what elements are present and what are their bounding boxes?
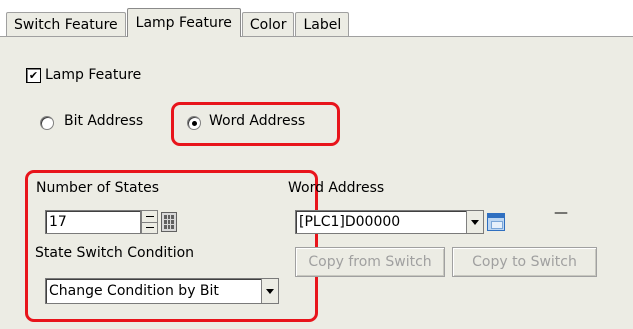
number-of-states-label: Number of States	[36, 180, 159, 196]
number-of-states-spinner[interactable]	[141, 210, 158, 234]
tab-strip: Switch Feature Lamp Feature Color Label	[6, 8, 350, 37]
word-address-select[interactable]: [PLC1]D00000	[295, 210, 484, 234]
copy-from-switch-button[interactable]: Copy from Switch	[295, 247, 445, 277]
tab-switch-feature[interactable]: Switch Feature	[6, 12, 126, 37]
lamp-feature-label: Lamp Feature	[45, 67, 142, 83]
word-address-radio[interactable]	[187, 116, 201, 130]
address-input-icon[interactable]	[487, 213, 505, 231]
dropdown-button[interactable]	[261, 279, 278, 303]
word-address-dash: —	[554, 205, 568, 221]
lamp-feature-checkbox[interactable]: ✔	[26, 68, 41, 83]
bit-address-radio[interactable]	[40, 116, 54, 130]
dropdown-button[interactable]	[466, 211, 483, 233]
word-address-radio-label: Word Address	[209, 113, 306, 129]
spin-down[interactable]	[142, 223, 157, 234]
state-switch-condition-select[interactable]: Change Condition by Bit	[45, 278, 279, 304]
state-switch-condition-label: State Switch Condition	[35, 245, 195, 261]
radio-selected-dot	[191, 120, 197, 126]
tab-label[interactable]: Label	[295, 12, 350, 37]
checkmark-icon: ✔	[28, 69, 39, 82]
chevron-down-icon	[471, 219, 479, 225]
copy-to-switch-button[interactable]: Copy to Switch	[452, 247, 597, 277]
bit-address-label: Bit Address	[64, 113, 144, 129]
number-of-states-input[interactable]: 17	[45, 210, 141, 234]
word-address-label: Word Address	[288, 180, 385, 196]
tab-color[interactable]: Color	[241, 12, 295, 37]
tab-lamp-feature[interactable]: Lamp Feature	[126, 8, 241, 37]
spin-up[interactable]	[142, 211, 157, 223]
chevron-down-icon	[266, 288, 274, 294]
keypad-icon[interactable]	[161, 212, 177, 232]
